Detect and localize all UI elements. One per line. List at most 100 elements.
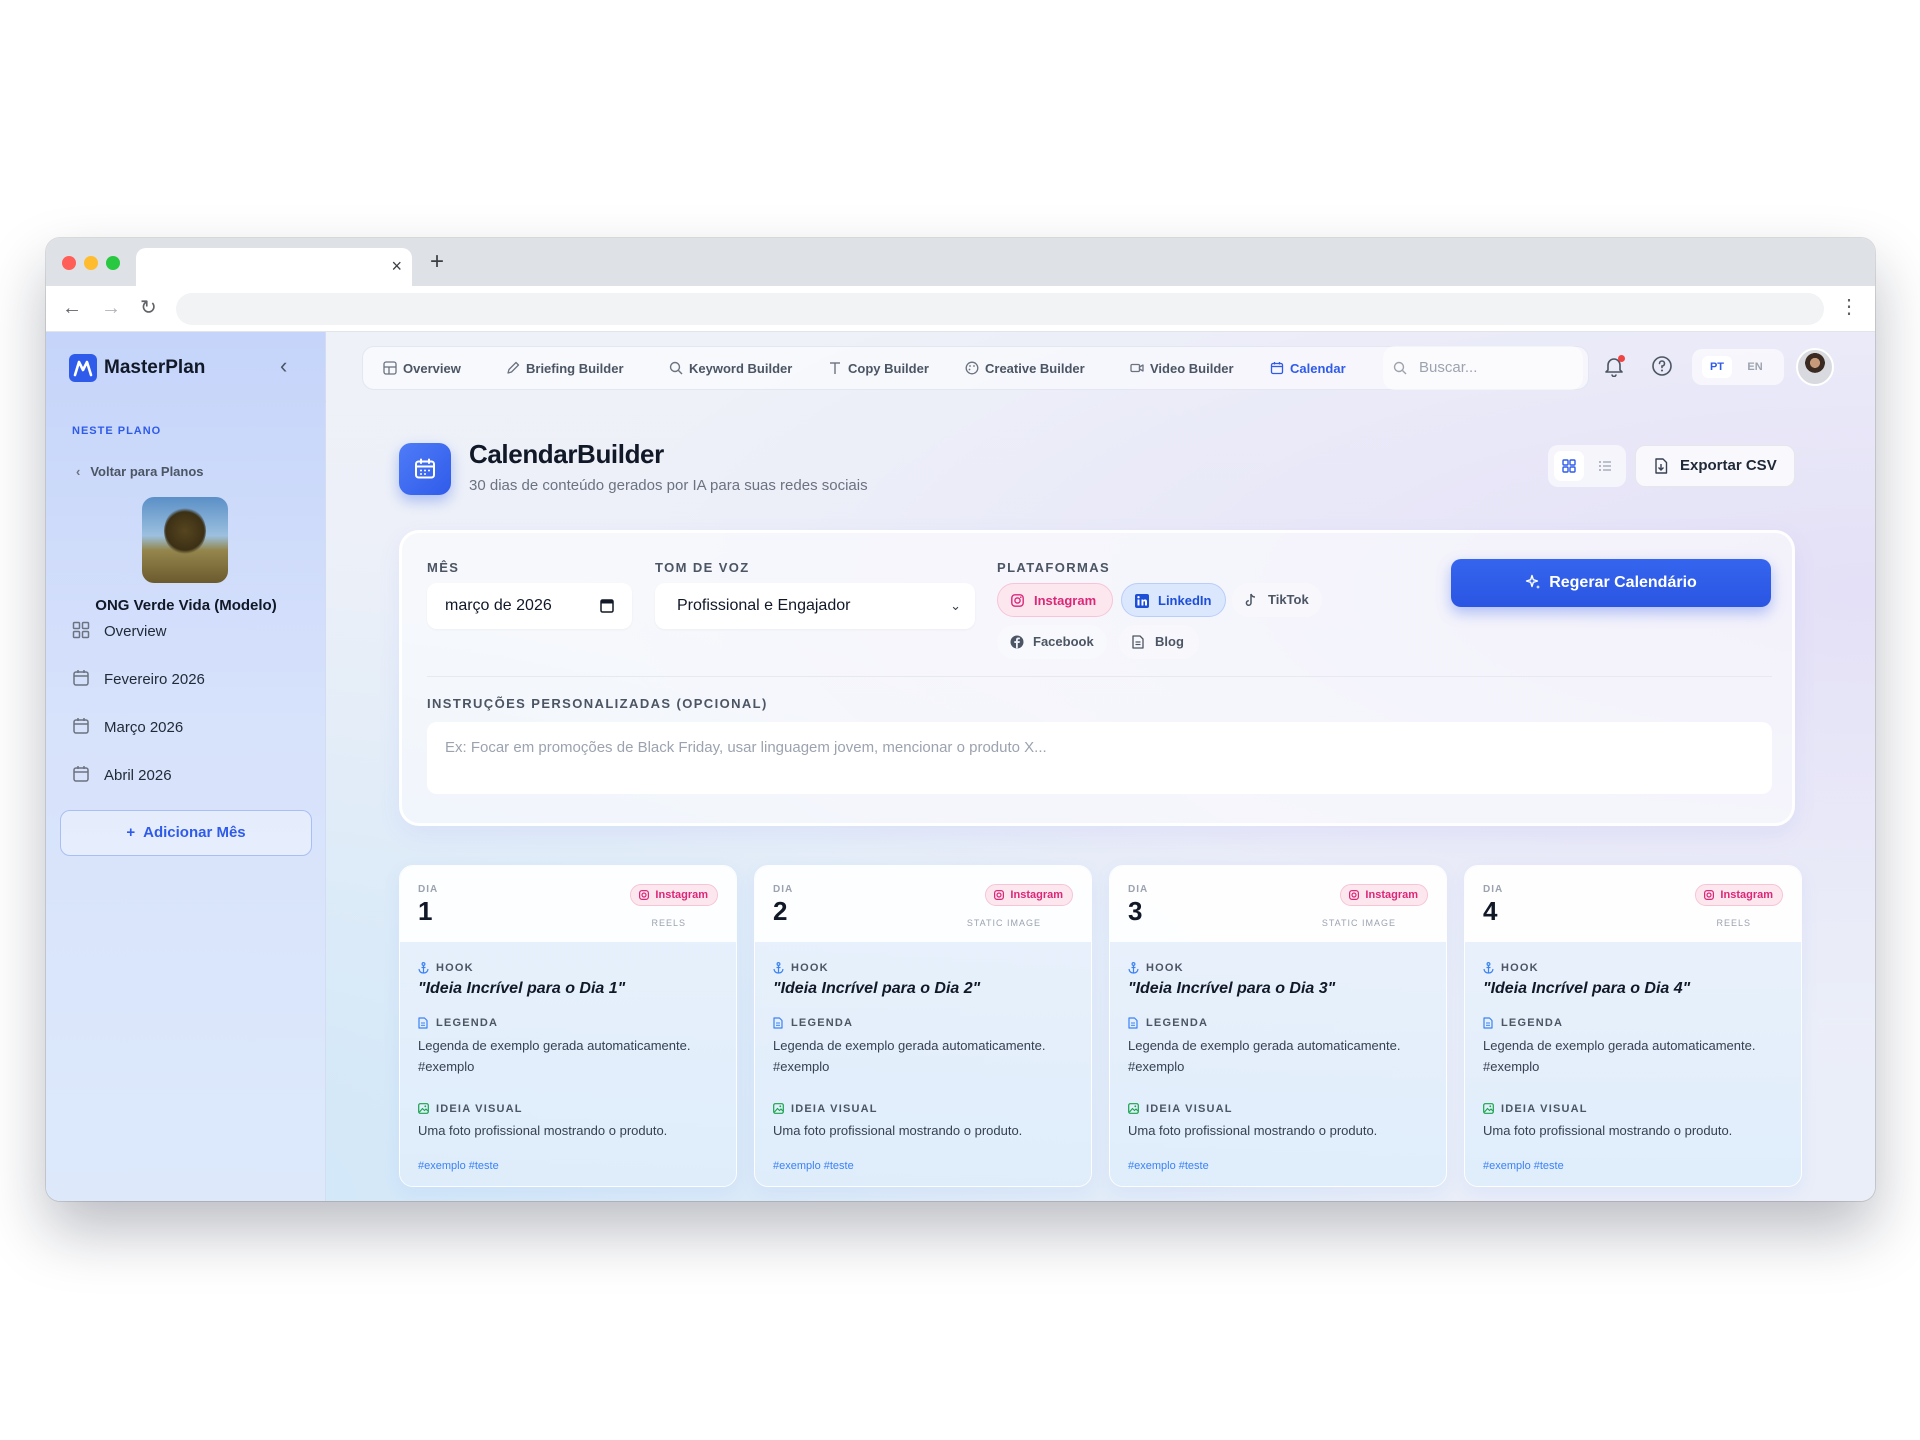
back-button[interactable]: ←	[62, 297, 82, 319]
palette-icon	[965, 361, 979, 375]
platform-chip-blog[interactable]: Blog	[1119, 625, 1199, 659]
day-card-header: DIA 4 Instagram REELS	[1465, 866, 1801, 942]
visual-idea-text: Uma foto profissional mostrando o produt…	[773, 1123, 1023, 1138]
grid-icon	[72, 621, 90, 639]
close-window-button[interactable]	[62, 256, 76, 270]
platform-badge-label: Instagram	[655, 889, 708, 901]
search-input[interactable]: Buscar...	[1419, 346, 1477, 390]
sidebar-item-abril[interactable]: Abril 2026	[72, 763, 172, 789]
list-view-button[interactable]	[1590, 451, 1620, 481]
visual-label-text: IDEIA VISUAL	[1501, 1103, 1588, 1115]
visual-label-text: IDEIA VISUAL	[791, 1103, 878, 1115]
sidebar-item-fevereiro[interactable]: Fevereiro 2026	[72, 667, 205, 693]
content-format: REELS	[651, 918, 686, 928]
day-number: 3	[1128, 896, 1143, 926]
file-download-icon	[1655, 458, 1668, 474]
facebook-icon	[1010, 635, 1024, 649]
custom-instructions-textarea[interactable]: Ex: Focar em promoções de Black Friday, …	[427, 722, 1772, 794]
user-avatar[interactable]	[1796, 348, 1834, 386]
instructions-placeholder: Ex: Focar em promoções de Black Friday, …	[445, 739, 1047, 756]
platform-chip-facebook[interactable]: Facebook	[997, 625, 1107, 659]
tab-briefing-builder[interactable]: Briefing Builder	[506, 347, 624, 391]
platform-chip-linkedin[interactable]: LinkedIn	[1121, 583, 1226, 617]
forward-button[interactable]: →	[101, 297, 121, 319]
tab-label: Keyword Builder	[689, 361, 793, 376]
browser-menu-icon[interactable]: ⋮	[1839, 296, 1859, 318]
platform-badge-label: Instagram	[1365, 889, 1418, 901]
visual-idea-text: Uma foto profissional mostrando o produt…	[1483, 1123, 1733, 1138]
day-card[interactable]: DIA 1 Instagram REELS HOOK "Ideia Incrív…	[399, 865, 737, 1187]
page-title: CalendarBuilder	[469, 439, 664, 469]
day-card[interactable]: DIA 2 Instagram STATIC IMAGE HOOK "Ideia…	[754, 865, 1092, 1187]
hook-text: "Ideia Incrível para o Dia 3"	[1128, 980, 1336, 997]
day-label: DIA	[1128, 884, 1149, 895]
tab-label: Briefing Builder	[526, 361, 624, 376]
tone-select[interactable]: Profissional e Engajador ⌄	[655, 583, 975, 629]
platform-badge: Instagram	[1340, 884, 1428, 906]
browser-tab[interactable]: ×	[136, 248, 412, 286]
tab-copy-builder[interactable]: Copy Builder	[828, 347, 929, 391]
platform-chip-instagram[interactable]: Instagram	[997, 583, 1113, 617]
brand-name[interactable]: MasterPlan	[104, 354, 205, 382]
linkedin-icon	[1135, 594, 1149, 608]
hook-label-text: HOOK	[1501, 962, 1539, 974]
platform-chip-tiktok[interactable]: TikTok	[1232, 583, 1322, 617]
collapse-sidebar-icon[interactable]: ‹	[280, 352, 287, 380]
language-pt-button[interactable]: PT	[1702, 356, 1732, 378]
search-icon	[669, 361, 683, 375]
calendar-icon	[73, 670, 89, 686]
calendar-builder-logo-icon	[399, 443, 451, 495]
help-icon[interactable]	[1651, 355, 1673, 377]
month-input[interactable]: março de 2026	[427, 583, 632, 629]
sidebar-item-label: Overview	[104, 623, 167, 640]
day-card[interactable]: DIA 3 Instagram STATIC IMAGE HOOK "Ideia…	[1109, 865, 1447, 1187]
tab-video-builder[interactable]: Video Builder	[1130, 347, 1234, 391]
back-to-plans-link[interactable]: ‹ Voltar para Planos	[76, 464, 204, 479]
platforms-label: PLATAFORMAS	[997, 560, 1111, 575]
hook-label-text: HOOK	[1146, 962, 1184, 974]
address-bar[interactable]	[176, 293, 1824, 325]
reload-button[interactable]: ↻	[140, 297, 157, 319]
platform-badge-label: Instagram	[1720, 889, 1773, 901]
caption-text: Legenda de exemplo gerada automaticament…	[1483, 1038, 1756, 1074]
grid-view-button[interactable]	[1554, 451, 1584, 481]
tab-label: Copy Builder	[848, 361, 929, 376]
search-icon	[1393, 361, 1407, 375]
visual-label-text: IDEIA VISUAL	[1146, 1103, 1233, 1115]
maximize-window-button[interactable]	[106, 256, 120, 270]
tab-creative-builder[interactable]: Creative Builder	[965, 347, 1085, 391]
org-name: ONG Verde Vida (Modelo)	[95, 597, 277, 614]
platform-badge: Instagram	[630, 884, 718, 906]
sidebar-item-marco[interactable]: Março 2026	[72, 715, 183, 741]
month-label: MÊS	[427, 560, 460, 575]
visual-idea-text: Uma foto profissional mostrando o produt…	[1128, 1123, 1378, 1138]
export-csv-button[interactable]: Exportar CSV	[1635, 445, 1795, 487]
close-tab-icon[interactable]: ×	[391, 256, 402, 276]
tab-overview[interactable]: Overview	[383, 347, 461, 391]
minimize-window-button[interactable]	[84, 256, 98, 270]
caption-label-text: LEGENDA	[436, 1017, 499, 1029]
caption-text: Legenda de exemplo gerada automaticament…	[773, 1038, 1046, 1074]
hook-text: "Ideia Incrível para o Dia 1"	[418, 980, 626, 997]
language-switcher: PT EN	[1692, 349, 1784, 385]
sidebar-item-label: Fevereiro 2026	[104, 671, 205, 688]
tab-keyword-builder[interactable]: Keyword Builder	[669, 347, 792, 391]
tab-calendar[interactable]: Calendar	[1270, 347, 1346, 391]
regenerate-calendar-button[interactable]: Regerar Calendário	[1451, 559, 1771, 607]
tab-label: Overview	[403, 361, 461, 376]
hook-label: HOOK	[773, 962, 829, 974]
sparkles-icon	[1525, 574, 1541, 589]
day-label: DIA	[773, 884, 794, 895]
browser-window: × + ← → ↻ ⋮ MasterPlan ‹ NESTE PLANO ‹ Vo…	[46, 238, 1875, 1201]
day-card-header: DIA 2 Instagram STATIC IMAGE	[755, 866, 1091, 942]
add-month-button[interactable]: + Adicionar Mês	[60, 810, 312, 856]
platform-badge: Instagram	[1695, 884, 1783, 906]
caption-label: LEGENDA	[418, 1017, 498, 1029]
list-icon	[1599, 461, 1611, 471]
sidebar-item-overview[interactable]: Overview	[72, 619, 167, 645]
language-en-button[interactable]: EN	[1740, 356, 1770, 378]
search-box[interactable]: Buscar...	[1383, 346, 1583, 390]
new-tab-button[interactable]: +	[430, 250, 444, 274]
notification-badge	[1618, 355, 1625, 362]
day-card[interactable]: DIA 4 Instagram REELS HOOK "Ideia Incrív…	[1464, 865, 1802, 1187]
